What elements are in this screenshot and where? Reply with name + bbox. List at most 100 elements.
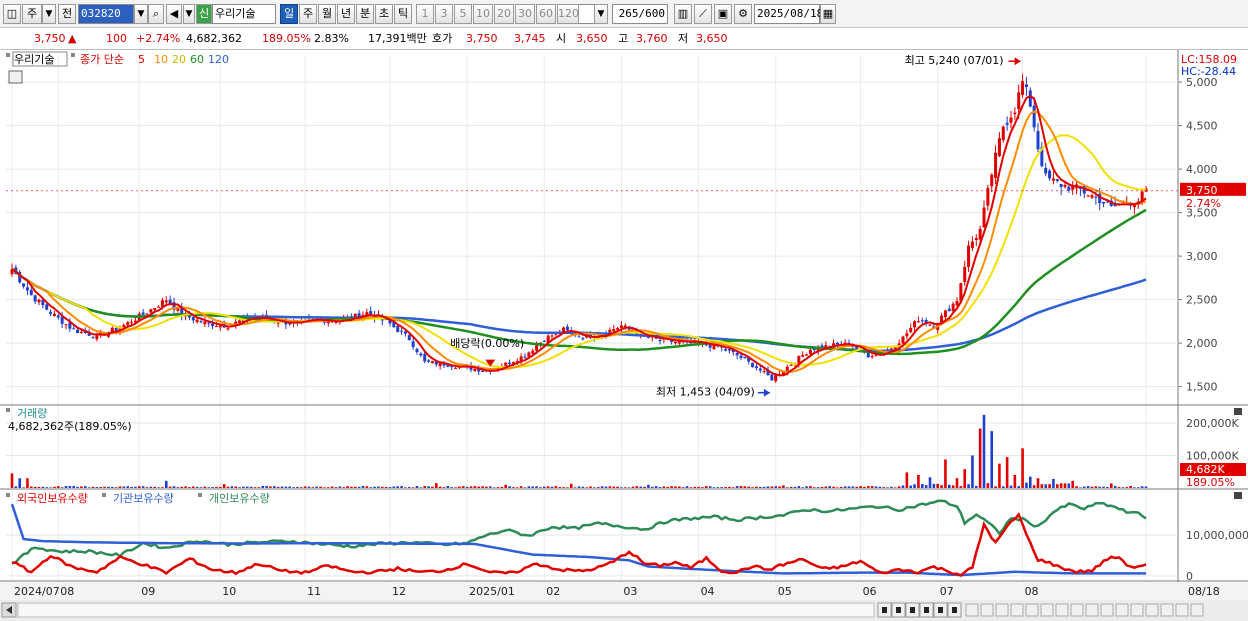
volume-bar: [932, 483, 936, 488]
candle-body: [542, 340, 546, 342]
volume-bar: [269, 486, 272, 488]
candle-body: [419, 353, 423, 356]
period-button-2[interactable]: 월: [318, 4, 336, 24]
interval-button-60[interactable]: 60: [536, 4, 556, 24]
chevron-down-icon[interactable]: ▼: [594, 4, 608, 24]
volume-bar: [346, 486, 349, 488]
data-count-field[interactable]: 265/600: [612, 4, 668, 24]
volume-bar: [805, 486, 808, 488]
interval-button-3[interactable]: 3: [435, 4, 453, 24]
volume-bar: [1063, 483, 1067, 488]
volume-bar: [762, 486, 766, 488]
interval-button-10[interactable]: 10: [473, 4, 493, 24]
scroll-thumb: [17, 602, 875, 618]
panel-stock-name: 우리기술: [14, 53, 54, 66]
period-button-5[interactable]: 초: [375, 4, 393, 24]
volume-bar: [49, 487, 52, 488]
volume-bar: [26, 478, 29, 488]
chart-area[interactable]: 1,500 2,000 2,500 3,000 3,500 4,000 4,500 5,000…: [0, 50, 1248, 621]
speaker-icon[interactable]: ◀: [166, 4, 182, 24]
candle-body: [550, 335, 554, 337]
interval-button-30[interactable]: 30: [515, 4, 535, 24]
candle-body: [427, 360, 431, 362]
period-button-4[interactable]: 분: [356, 4, 374, 24]
candle-body: [947, 308, 951, 312]
period-button-3[interactable]: 년: [337, 4, 355, 24]
tool-button-icon: [1055, 603, 1069, 617]
ma-legend-5: 5: [138, 53, 145, 66]
volume-bar: [681, 487, 685, 488]
volume-bar: [731, 487, 735, 488]
candle-body: [735, 352, 739, 356]
date-input[interactable]: 2025/08/18: [754, 4, 823, 24]
volume-bar: [404, 487, 407, 488]
volume-bar: [816, 487, 820, 488]
chart-toolbar: ◫ 주 ▼ 전 032820 ▼ ⌕ ◀ ▼ 신 우리기술 ▼ 265/600 …: [0, 0, 1248, 28]
save-icon[interactable]: ▣: [714, 4, 732, 24]
interval-button-120[interactable]: 120: [557, 4, 579, 24]
period-button-1[interactable]: 주: [299, 4, 317, 24]
volume-bar: [1005, 457, 1009, 488]
volume-bar: [107, 486, 110, 488]
candle-body: [72, 328, 76, 330]
volume-bar: [87, 487, 91, 488]
volume-bar: [114, 487, 118, 488]
gear-icon[interactable]: ⚙: [734, 4, 752, 24]
candle-icon[interactable]: ▥: [674, 4, 692, 24]
volume-bar: [832, 486, 835, 488]
volume-bar: [959, 486, 963, 488]
candle-body: [789, 364, 793, 366]
volume-pct: 189.05%: [262, 32, 311, 45]
volume-bar: [982, 414, 986, 488]
volume-bar: [550, 486, 554, 488]
volume-bar: [145, 487, 149, 488]
chevron-down-icon[interactable]: ▼: [183, 4, 195, 24]
volume-bar: [974, 485, 978, 488]
interval-button-20[interactable]: 20: [494, 4, 514, 24]
candle-body: [164, 300, 168, 303]
volume-bar: [80, 486, 83, 488]
volume-bar: [674, 486, 677, 488]
chevron-down-icon[interactable]: ▼: [134, 4, 148, 24]
volume-bar: [1102, 486, 1105, 488]
candle-body: [801, 355, 805, 357]
chevron-down-icon[interactable]: ▼: [42, 4, 56, 24]
all-button[interactable]: 전: [58, 4, 76, 24]
window-icon[interactable]: ◫: [3, 4, 21, 24]
volume-bar: [164, 480, 168, 488]
volume-bar: [558, 487, 562, 488]
volume-bar: [126, 486, 130, 488]
tool-button-icon: [1025, 603, 1039, 617]
volume-bar: [785, 487, 789, 488]
volume-bar: [400, 486, 403, 488]
stock-name-field[interactable]: 우리기술: [212, 4, 276, 24]
interval-button-1[interactable]: 1: [416, 4, 434, 24]
volume-bar: [22, 487, 25, 488]
legend-bullet: [6, 493, 10, 497]
volume-bar: [64, 485, 68, 488]
candle-body: [400, 330, 404, 332]
search-icon[interactable]: ⌕: [148, 4, 164, 24]
volume-bar: [755, 486, 758, 488]
stock-code-input[interactable]: 032820: [78, 4, 134, 24]
type-selector[interactable]: 주: [22, 4, 42, 24]
volume-bar: [589, 486, 592, 488]
volume-bar: [901, 485, 905, 488]
holdings-tick-label: 0: [1186, 570, 1193, 583]
volume-bar: [53, 486, 56, 488]
candle-body: [203, 321, 207, 325]
volume-bar: [307, 486, 311, 488]
stock-chart[interactable]: 1,5002,0002,5003,0003,5004,0004,5005,000…: [0, 50, 1248, 621]
volume-bar: [874, 486, 878, 488]
interval-button-5[interactable]: 5: [454, 4, 472, 24]
volume-bar: [920, 484, 924, 488]
period-button-6[interactable]: 틱: [394, 4, 412, 24]
period-button-0[interactable]: 일: [280, 4, 298, 24]
current-price-tag-text: 3,750: [1186, 184, 1218, 197]
candle-body: [1009, 117, 1013, 123]
line-tool-icon[interactable]: ⟋: [694, 4, 712, 24]
price-change: 100: [106, 32, 127, 45]
volume-bar: [18, 478, 22, 488]
volume-bar: [531, 486, 535, 488]
calendar-icon[interactable]: ▦: [820, 4, 836, 24]
